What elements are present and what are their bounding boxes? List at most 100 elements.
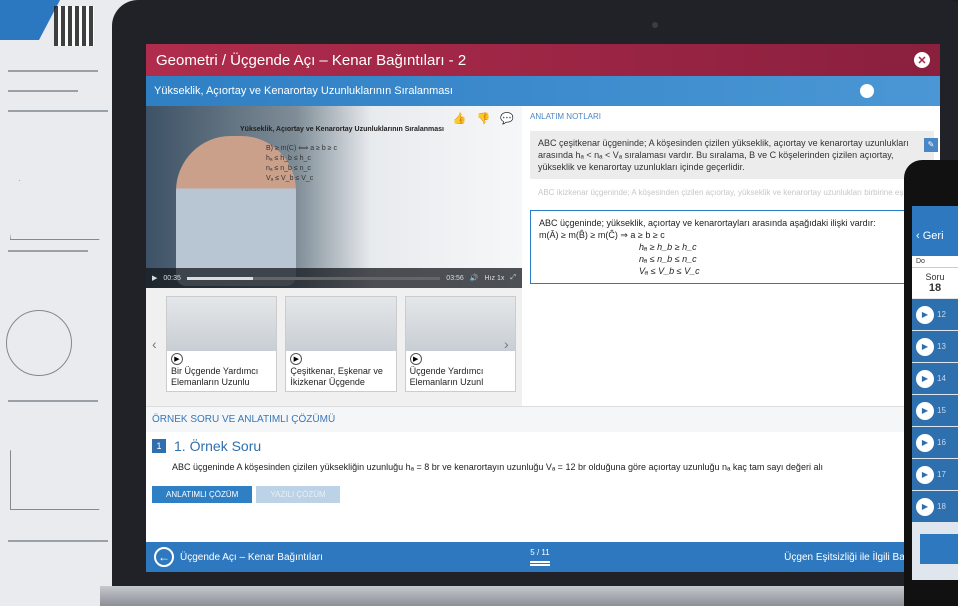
laptop-base [100,586,958,606]
play-icon: ▶ [916,497,934,516]
board-math: B) ≥ m(C) ⟺ a ≥ b ≥ c hₐ ≤ h_b ≤ h_c nₐ … [266,145,337,182]
play-icon[interactable]: ▶ [152,274,157,282]
play-icon: ▶ [916,465,934,484]
video-tools: 👍 👎 💬 [453,112,514,125]
prev-lesson-link[interactable]: Üçgende Açı – Kenar Bağıntıları [180,552,323,563]
row-number: 15 [937,406,946,415]
thumbs-down-icon[interactable]: 👎 [477,112,491,125]
phone-screen: ‹ Geri Do Soru 18 ▶ 12 ▶ 13 ▶ 14 ▶ 15 ▶ 16 ▶ 1… [912,206,958,580]
phone-back-button[interactable]: ‹ Geri [916,230,944,242]
notes-pane: ANLATIM NOTLARI ✎ ABC çeşitkenar üçgenin… [522,106,940,406]
row-number: 16 [937,438,946,447]
phone-back-label: Geri [922,230,944,242]
comment-icon[interactable]: 💬 [500,112,514,125]
speed-button[interactable]: Hız 1x [485,275,505,282]
related-video-title: Üçgende Yardımcı Elemanların Uzunl [409,366,484,387]
related-video-card[interactable]: ▶ Bir Üçgende Yardımcı Elemanların Uzunl… [166,296,278,392]
play-circle-icon: ▶ [409,353,422,365]
soru-count: 18 [928,282,942,294]
tab-written-solution[interactable]: YAZILI ÇÖZÜM [256,486,340,503]
seek-fill [186,276,253,280]
footer-nav: ← Üçgende Açı – Kenar Bağıntıları 5 / 11… [146,542,940,572]
soru-label: Soru [925,272,945,282]
app-window: Geometri / Üçgende Açı – Kenar Bağıntıla… [146,44,940,572]
tab-explained-solution[interactable]: ANLATIMLI ÇÖZÜM [152,486,253,503]
lesson-subtitle-bar: Yükseklik, Açıortay ve Kenarortay Uzunlu… [146,76,940,106]
back-arrow-icon[interactable]: ← [154,547,174,567]
thumb-next-icon[interactable]: › [504,336,509,352]
example-number: 1 [152,439,166,453]
phone-question-row[interactable]: ▶ 14 [912,363,958,394]
phone-question-row[interactable]: ▶ 18 [912,491,958,522]
play-icon: ▶ [916,337,934,356]
example-title-text: 1. Örnek Soru [174,438,262,454]
worksheet-circle [6,310,72,376]
video-controls: ▶ 00:35 03:56 🔊 Hız 1x ⤢ [146,268,522,288]
menu-icon [530,561,550,563]
qr-code [54,6,94,46]
thumbnail-image [405,297,515,351]
title-bar: Geometri / Üçgende Açı – Kenar Bağıntıla… [146,44,940,76]
related-video-title: Çeşitkenar, Eşkenar ve İkizkenar Üçgende [290,366,383,387]
total-time: 03:56 [446,274,464,282]
formula-list: hₐ ≥ h_b ≥ h_c nₐ ≤ n_b ≤ n_c Vₐ ≤ V_b ≤… [539,241,925,277]
note-intro: ABC üçgeninde; yükseklik, açıortay ve ke… [539,218,876,228]
phone-header: ‹ Geri [912,206,958,256]
related-videos: ▶ Bir Üçgende Yardımcı Elemanların Uzunl… [146,296,522,392]
board-title: Yükseklik, Açıortay ve Kenarortay Uzunlu… [240,126,444,133]
phone-question-count: Soru 18 [912,267,958,298]
note-card-active: ABC üçgeninde; yükseklik, açıortay ve ke… [530,210,934,284]
page-indicator[interactable]: 5 / 11 [530,548,550,563]
play-icon: ▶ [916,369,934,388]
brand-flag [0,0,60,40]
notes-header: ANLATIM NOTLARI [530,112,601,121]
phone-question-row[interactable]: ▶ 16 [912,427,958,458]
phone-tab[interactable]: Do [912,256,958,267]
phone-question-row[interactable]: ▶ 12 [912,299,958,330]
related-video-title: Bir Üçgende Yardımcı Elemanların Uzunlu [171,366,259,387]
row-number: 14 [937,374,946,383]
worksheet-triangle [10,450,100,510]
phone-question-row[interactable]: ▶ 15 [912,395,958,426]
note-chat-icon[interactable]: ✎ [924,138,938,152]
related-video-card[interactable]: ▶ Çeşitkenar, Eşkenar ve İkizkenar Üçgen… [285,296,397,392]
play-icon: ▶ [916,401,934,420]
webcam [652,22,658,28]
row-number: 17 [937,470,946,479]
play-icon: ▶ [916,305,934,324]
formula: Vₐ ≤ V_b ≤ V_c [639,266,700,276]
phone-question-row[interactable]: ▶ 17 [912,459,958,490]
lesson-subtitle: Yükseklik, Açıortay ve Kenarortay Uzunlu… [154,85,453,97]
toggle-dot[interactable] [860,84,874,98]
video-pane: Yükseklik, Açıortay ve Kenarortay Uzunlu… [146,106,522,406]
close-icon[interactable]: ✕ [914,52,930,68]
row-number: 18 [937,502,946,511]
thumbs-up-icon[interactable]: 👍 [453,112,467,125]
related-video-card[interactable]: ▶ Üçgende Yardımcı Elemanların Uzunl [404,296,516,392]
phone-question-row[interactable]: ▶ 13 [912,331,958,362]
thumbnail-image [167,297,277,351]
play-circle-icon: ▶ [290,353,303,365]
row-number: 13 [937,342,946,351]
note-card: ABC çeşitkenar üçgeninde; A köşesinden ç… [530,131,934,179]
phone-action-button[interactable] [920,534,958,564]
page-number: 5 / 11 [530,548,550,557]
main-content: Yükseklik, Açıortay ve Kenarortay Uzunlu… [146,106,940,406]
formula: hₐ ≥ h_b ≥ h_c [639,242,697,252]
solution-tabs: ANLATIMLI ÇÖZÜM YAZILI ÇÖZÜM [146,480,940,503]
note-main-formula: m(Â) ≥ m(B̂) ≥ m(Ĉ) ⇒ a ≥ b ≥ c [539,230,665,240]
play-circle-icon: ▶ [171,353,183,365]
volume-icon[interactable]: 🔊 [470,274,479,282]
example-section-header: ÖRNEK SORU VE ANLATIMLI ÇÖZÜMÜ [146,406,940,432]
seek-bar[interactable] [186,276,441,280]
play-icon: ▶ [916,433,934,452]
worksheet-triangle [10,180,100,240]
fullscreen-icon[interactable]: ⤢ [510,274,516,282]
row-number: 12 [937,310,946,319]
example-question: ABC üçgeninde A köşesinden çizilen yükse… [172,462,823,472]
current-time: 00:35 [163,274,181,282]
video-player[interactable]: Yükseklik, Açıortay ve Kenarortay Uzunlu… [146,106,522,288]
example-title: 1 1. Örnek Soru [146,432,940,454]
thumbnail-image [286,297,396,351]
formula: nₐ ≤ n_b ≤ n_c [639,254,697,264]
